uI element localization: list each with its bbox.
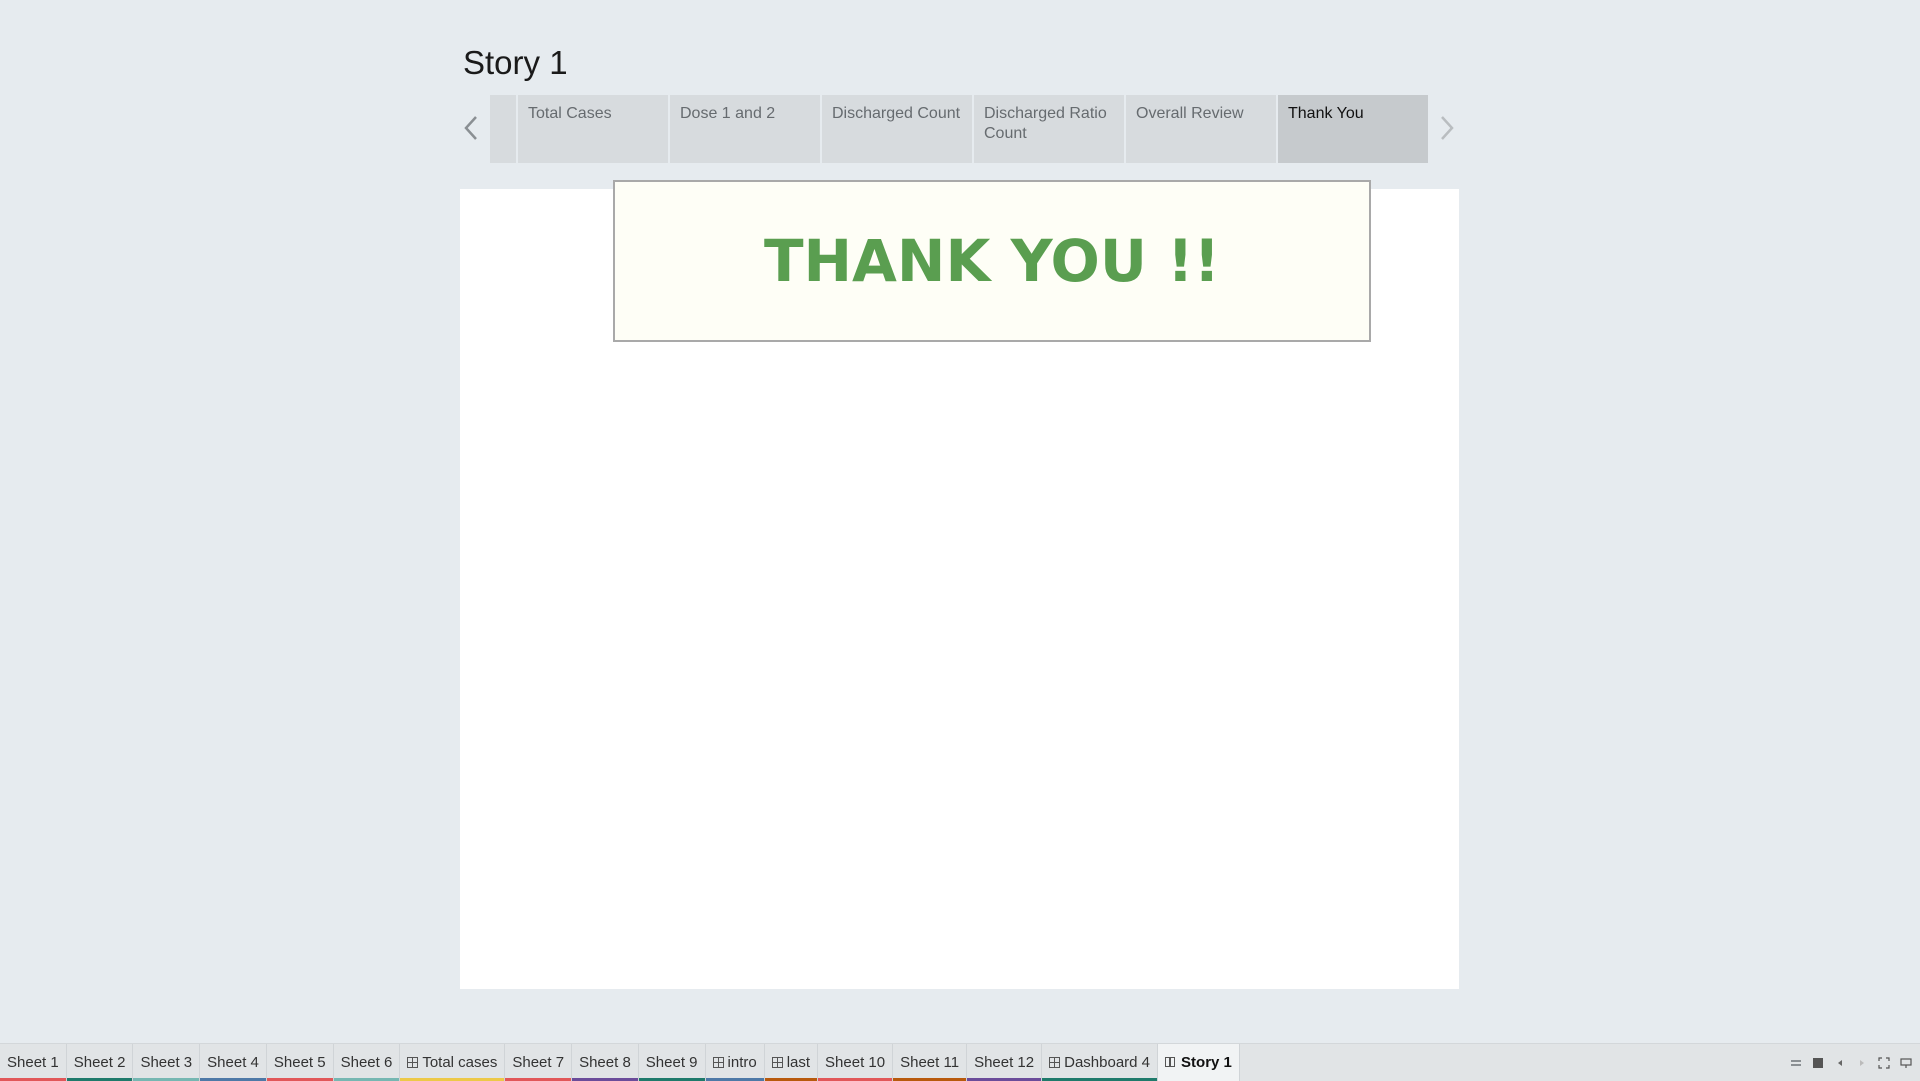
- story-point-overall-review[interactable]: Overall Review: [1126, 95, 1276, 163]
- sheet-tab-sheet-12[interactable]: Sheet 12: [967, 1044, 1043, 1081]
- sheet-tab-sheet-3[interactable]: Sheet 3: [133, 1044, 201, 1081]
- sheet-tab-last[interactable]: last: [764, 1044, 819, 1081]
- sheet-tab-sheet-9[interactable]: Sheet 9: [638, 1044, 706, 1081]
- sheet-tab-label: Sheet 11: [900, 1054, 960, 1071]
- show-filmstrip-icon[interactable]: [1812, 1057, 1824, 1069]
- sheet-tab-sheet-5[interactable]: Sheet 5: [266, 1044, 334, 1081]
- story-point-discharged-count[interactable]: Discharged Count: [822, 95, 972, 163]
- sheet-tab-label: Sheet 5: [273, 1054, 326, 1071]
- sheet-tab-intro[interactable]: intro: [705, 1044, 765, 1081]
- story-point-stub: [490, 95, 516, 163]
- sheet-tab-label: intro: [727, 1054, 757, 1071]
- sheet-tab-total-cases[interactable]: Total cases: [400, 1044, 506, 1081]
- next-story-point-button[interactable]: [1434, 112, 1458, 144]
- story-point-total-cases[interactable]: Total Cases: [518, 95, 668, 163]
- sheet-tab-sheet-7[interactable]: Sheet 7: [505, 1044, 573, 1081]
- sheet-tab-sheet-11[interactable]: Sheet 11: [893, 1044, 968, 1081]
- thank-you-text: THANK YOU !!: [763, 227, 1221, 295]
- tab-bar-controls: [1790, 1057, 1912, 1069]
- sheet-tab-sheet-2[interactable]: Sheet 2: [66, 1044, 134, 1081]
- sheet-tab-bar: Sheet 1 Sheet 2 Sheet 3 Sheet 4 Sheet 5 Sheet…: [0, 1043, 1920, 1081]
- sheet-tab-label: Sheet 12: [974, 1054, 1035, 1071]
- sheet-tab-label: Dashboard 4: [1064, 1054, 1151, 1071]
- sheet-tab-label: last: [786, 1054, 811, 1071]
- sheet-tabs: Sheet 1 Sheet 2 Sheet 3 Sheet 4 Sheet 5 Sheet…: [0, 1044, 1240, 1081]
- story-point-thank-you[interactable]: Thank You: [1278, 95, 1428, 163]
- sheet-tab-label: Sheet 8: [579, 1054, 631, 1071]
- sheet-tab-label: Sheet 7: [512, 1054, 565, 1071]
- sheet-tab-sheet-10[interactable]: Sheet 10: [818, 1044, 894, 1081]
- show-sheet-sorter-icon[interactable]: [1790, 1057, 1802, 1069]
- story-point-discharged-ratio-count[interactable]: Discharged Ratio Count: [974, 95, 1124, 163]
- story-icon: [1165, 1057, 1177, 1068]
- sheet-tab-label: Story 1: [1181, 1054, 1232, 1071]
- sheet-tab-label: Sheet 4: [207, 1054, 259, 1071]
- sheet-tab-sheet-1[interactable]: Sheet 1: [0, 1044, 67, 1081]
- chevron-left-icon: [464, 116, 477, 140]
- dashboard-icon: [1049, 1057, 1061, 1068]
- story-point-dose-1-and-2[interactable]: Dose 1 and 2: [670, 95, 820, 163]
- chevron-right-icon: [1441, 116, 1454, 140]
- dashboard-icon: [407, 1057, 419, 1068]
- sheet-tab-sheet-4[interactable]: Sheet 4: [200, 1044, 267, 1081]
- sheet-tab-label: Sheet 6: [340, 1054, 393, 1071]
- sheet-tab-story-1[interactable]: Story 1: [1158, 1044, 1240, 1081]
- sheet-tab-label: Sheet 3: [140, 1054, 193, 1071]
- sheet-tab-label: Sheet 9: [645, 1054, 698, 1071]
- sheet-tab-label: Total cases: [422, 1054, 498, 1071]
- sheet-tab-label: Sheet 1: [7, 1054, 59, 1071]
- next-sheet-icon[interactable]: [1856, 1057, 1868, 1069]
- thank-you-text-box: THANK YOU !!: [613, 180, 1371, 342]
- story-title: Story 1: [463, 44, 568, 81]
- sheet-tab-label: Sheet 10: [825, 1054, 886, 1071]
- fullscreen-icon[interactable]: [1878, 1057, 1890, 1069]
- previous-sheet-icon[interactable]: [1834, 1057, 1846, 1069]
- dashboard-icon: [771, 1057, 783, 1068]
- sheet-tab-sheet-6[interactable]: Sheet 6: [333, 1044, 401, 1081]
- presentation-mode-icon[interactable]: [1900, 1057, 1912, 1069]
- sheet-tab-label: Sheet 2: [73, 1054, 126, 1071]
- previous-story-point-button[interactable]: [460, 112, 484, 144]
- story-navigator: Total Cases Dose 1 and 2 Discharged Coun…: [490, 95, 1430, 163]
- sheet-tab-sheet-8[interactable]: Sheet 8: [572, 1044, 639, 1081]
- dashboard-icon: [712, 1057, 724, 1068]
- sheet-tab-dashboard-4[interactable]: Dashboard 4: [1042, 1044, 1159, 1081]
